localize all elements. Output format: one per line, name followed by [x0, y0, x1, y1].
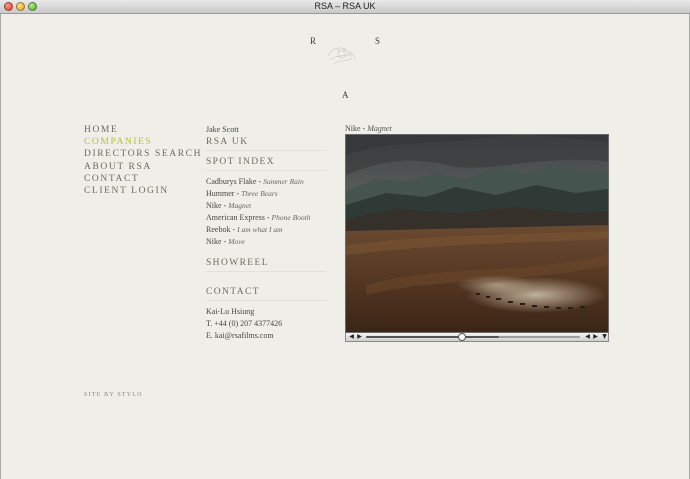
spot-link[interactable]: American Express - Phone Booth — [206, 212, 331, 224]
spot-client: American Express — [206, 213, 265, 222]
spot-client: Cadburys Flake — [206, 177, 257, 186]
company-info-column: Jake Scott RSA UK SPOT INDEX Cadburys Fl… — [206, 124, 331, 342]
nav-item-contact[interactable]: CONTACT — [84, 173, 202, 185]
logo-sketch-icon — [327, 47, 355, 65]
spot-link[interactable]: Hummer - Three Bears — [206, 188, 331, 200]
contact-name: Kai-Lu Hsiung — [206, 307, 255, 316]
window-title: RSA – RSA UK — [314, 1, 376, 11]
spot-link[interactable]: Reebok - I am what I am — [206, 224, 331, 236]
previous-icon[interactable]: ◀ — [584, 333, 591, 341]
nav-item-client-login[interactable]: CLIENT LOGIN — [84, 185, 202, 197]
video-controls: ◀ ▶ ◀ ▶ ▼ — [345, 333, 609, 342]
contact-phone: T. +44 (0) 207 4377426 — [206, 319, 283, 328]
showreel-link[interactable]: SHOWREEL — [206, 257, 331, 269]
video-caption: Nike - Magnet — [345, 124, 392, 133]
next-icon[interactable]: ▶ — [592, 333, 599, 341]
spot-title: Three Bears — [241, 189, 278, 198]
company-name: RSA UK — [206, 137, 249, 147]
video-client: Nike — [345, 124, 361, 133]
spot-link[interactable]: Nike - Move — [206, 236, 331, 248]
spot-title: Phone Booth — [271, 213, 311, 222]
spot-title: I am what I am — [237, 225, 283, 234]
nav-item-home[interactable]: HOME — [84, 124, 202, 136]
window-border-left — [0, 14, 1, 479]
spot-link[interactable]: Nike - Magnet — [206, 200, 331, 212]
logo-letter-s: S — [375, 36, 382, 46]
divider — [206, 170, 326, 171]
spot-client: Nike — [206, 237, 222, 246]
video-seek-handle[interactable] — [458, 333, 467, 341]
contact-heading: CONTACT — [206, 287, 260, 297]
nav-item-about-rsa[interactable]: ABOUT RSA — [84, 161, 202, 173]
site-credit-link[interactable]: SITE BY STYLO — [84, 392, 143, 398]
video-progress-fill — [366, 336, 499, 338]
spot-client: Reebok — [206, 225, 231, 234]
video-title: Magnet — [367, 124, 392, 133]
window-titlebar[interactable]: RSA – RSA UK — [0, 0, 690, 14]
spot-index-heading: SPOT INDEX — [206, 157, 275, 167]
spot-title: Summer Rain — [263, 177, 304, 186]
volume-icon[interactable]: ◀ — [348, 333, 355, 341]
spot-link[interactable]: Cadburys Flake - Summer Rain — [206, 176, 331, 188]
divider — [206, 300, 326, 301]
video-frame — [346, 135, 608, 332]
main-navigation: HOME COMPANIES DIRECTORS SEARCH ABOUT RS… — [84, 124, 202, 197]
divider — [206, 271, 326, 272]
video-seek-bar[interactable] — [366, 333, 580, 341]
play-icon[interactable]: ▶ — [356, 333, 363, 341]
nav-item-companies[interactable]: COMPANIES — [84, 136, 202, 148]
divider — [206, 150, 326, 151]
video-player[interactable] — [345, 134, 609, 333]
spot-title: Move — [228, 237, 245, 246]
contact-email-link[interactable]: E. kai@rsafilms.com — [206, 330, 331, 342]
spot-client: Hummer — [206, 189, 235, 198]
spot-client: Nike — [206, 201, 222, 210]
nav-item-directors-search[interactable]: DIRECTORS SEARCH — [84, 148, 202, 160]
logo-letter-r: R — [310, 36, 318, 46]
menu-chevron-down-icon[interactable]: ▼ — [601, 333, 608, 341]
company-founder: Jake Scott — [206, 125, 239, 134]
logo-letter-a: A — [342, 90, 350, 100]
spot-title: Magnet — [228, 201, 252, 210]
